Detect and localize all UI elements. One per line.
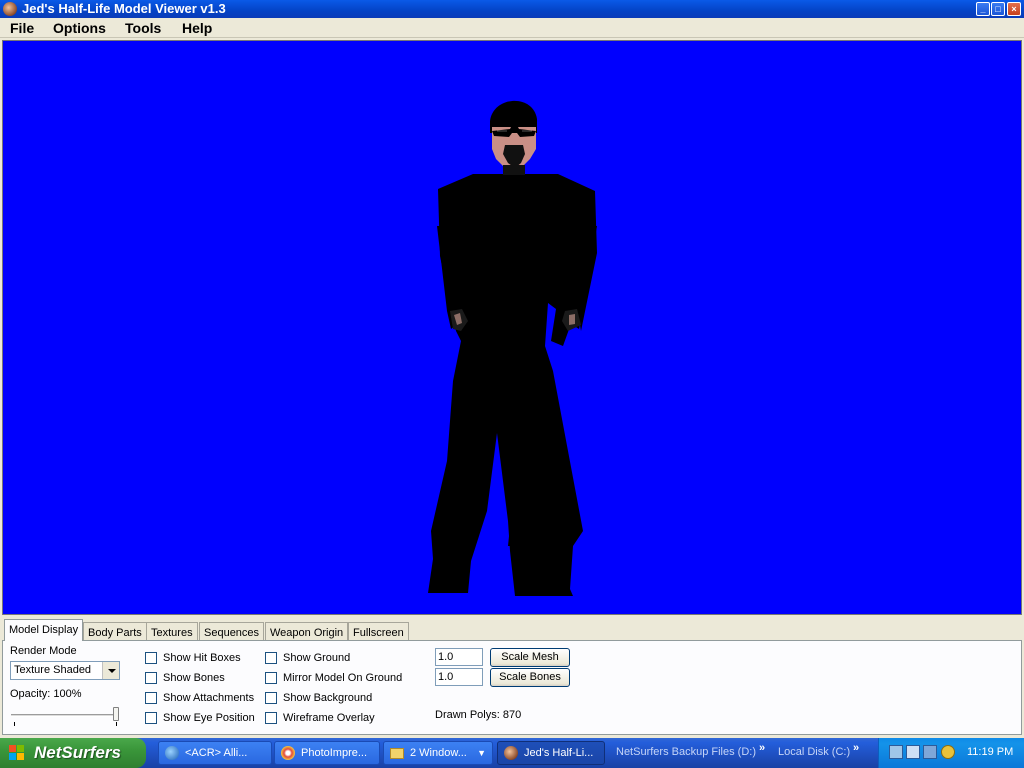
volume-icon[interactable] bbox=[941, 745, 955, 759]
checkbox-box[interactable] bbox=[265, 652, 277, 664]
scale-bones-input[interactable]: 1.0 bbox=[435, 668, 483, 686]
model-viewport[interactable] bbox=[2, 40, 1022, 615]
checkbox-label: Show Hit Boxes bbox=[163, 651, 241, 664]
maximize-button[interactable]: □ bbox=[991, 2, 1005, 16]
scale-mesh-input[interactable]: 1.0 bbox=[435, 648, 483, 666]
folder-icon bbox=[390, 748, 404, 759]
show-ground-checkbox[interactable]: Show Ground bbox=[265, 651, 350, 665]
checkbox-label: Show Bones bbox=[163, 671, 225, 684]
title-bar[interactable]: Jed's Half-Life Model Viewer v1.3 _ □ × bbox=[0, 0, 1024, 18]
taskbar-button-hlmv[interactable]: Jed's Half-Li... bbox=[497, 741, 605, 765]
start-button[interactable]: NetSurfers bbox=[0, 738, 146, 768]
quick-link-local-disk[interactable]: Local Disk (C:) bbox=[778, 746, 850, 759]
checkbox-label: Show Background bbox=[283, 691, 373, 704]
checkbox-box[interactable] bbox=[265, 712, 277, 724]
show-eye-position-checkbox[interactable]: Show Eye Position bbox=[145, 711, 255, 725]
mirror-model-on-ground-checkbox[interactable]: Mirror Model On Ground bbox=[265, 671, 402, 685]
model-figure bbox=[428, 100, 597, 596]
slider-track bbox=[11, 714, 119, 717]
taskbar-button-label: <ACR> Alli... bbox=[185, 747, 248, 759]
windows-logo-icon bbox=[9, 745, 25, 761]
checkbox-label: Show Ground bbox=[283, 651, 351, 664]
clock: 11:19 PM bbox=[967, 746, 1014, 758]
slider-tick-max bbox=[116, 722, 117, 726]
start-label: NetSurfers bbox=[34, 743, 121, 762]
show-bones-checkbox[interactable]: Show Bones bbox=[145, 671, 225, 685]
checkbox-label: Show Eye Position bbox=[163, 711, 255, 724]
hlmv-icon bbox=[504, 746, 518, 760]
scale-mesh-button[interactable]: Scale Mesh bbox=[490, 648, 570, 667]
render-mode-value: Texture Shaded bbox=[14, 664, 92, 676]
render-mode-select[interactable]: Texture Shaded bbox=[10, 661, 120, 680]
taskbar: NetSurfers <ACR> Alli... PhotoImpre... 2… bbox=[0, 738, 1024, 768]
menu-options[interactable]: Options bbox=[53, 20, 106, 36]
control-panel: Model Display Body Parts Textures Sequen… bbox=[0, 617, 1024, 737]
taskbar-button-acr[interactable]: <ACR> Alli... bbox=[158, 741, 272, 765]
chevron-right-icon[interactable]: » bbox=[853, 742, 859, 754]
taskbar-button-label: 2 Window... bbox=[410, 747, 467, 759]
wireframe-overlay-checkbox[interactable]: Wireframe Overlay bbox=[265, 711, 375, 725]
quick-link-netsurfers-backup[interactable]: NetSurfers Backup Files (D:) bbox=[616, 746, 756, 759]
close-button[interactable]: × bbox=[1007, 2, 1021, 16]
checkbox-label: Wireframe Overlay bbox=[283, 711, 375, 724]
opacity-label: Opacity: 100% bbox=[10, 688, 82, 700]
photoimpression-icon bbox=[281, 746, 295, 760]
network-activity-icon[interactable] bbox=[906, 745, 920, 759]
hlmv-app-icon[interactable] bbox=[3, 2, 17, 16]
tab-fullscreen[interactable]: Fullscreen bbox=[348, 622, 409, 641]
checkbox-box[interactable] bbox=[265, 672, 277, 684]
model-display-page: Render Mode Texture Shaded Opacity: 100%… bbox=[2, 640, 1022, 735]
menu-file[interactable]: File bbox=[10, 20, 34, 36]
show-background-checkbox[interactable]: Show Background bbox=[265, 691, 372, 705]
chevron-right-icon[interactable]: » bbox=[759, 742, 765, 754]
scale-bones-button[interactable]: Scale Bones bbox=[490, 668, 570, 687]
checkbox-label: Mirror Model On Ground bbox=[283, 671, 403, 684]
chevron-down-icon[interactable] bbox=[102, 662, 119, 679]
opacity-slider[interactable] bbox=[11, 707, 119, 727]
show-attachments-checkbox[interactable]: Show Attachments bbox=[145, 691, 254, 705]
checkbox-box[interactable] bbox=[145, 712, 157, 724]
network-icon[interactable] bbox=[889, 745, 903, 759]
window-title: Jed's Half-Life Model Viewer v1.3 bbox=[22, 1, 226, 16]
tab-textures[interactable]: Textures bbox=[146, 622, 198, 641]
tab-sequences[interactable]: Sequences bbox=[199, 622, 265, 641]
render-mode-label: Render Mode bbox=[10, 645, 77, 657]
slider-tick-min bbox=[14, 722, 15, 726]
checkbox-box[interactable] bbox=[145, 672, 157, 684]
taskbar-button-label: Jed's Half-Li... bbox=[524, 747, 594, 759]
checkbox-box[interactable] bbox=[145, 652, 157, 664]
display-icon[interactable] bbox=[923, 745, 937, 759]
tab-weapon-origin[interactable]: Weapon Origin bbox=[265, 622, 349, 641]
checkbox-label: Show Attachments bbox=[163, 691, 255, 704]
dropdown-arrow-icon: ▼ bbox=[477, 748, 486, 758]
taskbar-button-label: PhotoImpre... bbox=[301, 747, 368, 759]
taskbar-button-windows-group[interactable]: 2 Window... ▼ bbox=[383, 741, 493, 765]
checkbox-box[interactable] bbox=[145, 692, 157, 704]
menu-help[interactable]: Help bbox=[182, 20, 212, 36]
checkbox-box[interactable] bbox=[265, 692, 277, 704]
minimize-button[interactable]: _ bbox=[976, 2, 990, 16]
system-tray: 11:19 PM bbox=[878, 738, 1024, 768]
menu-bar: File Options Tools Help bbox=[0, 18, 1024, 38]
tab-model-display[interactable]: Model Display bbox=[4, 619, 84, 641]
app-window: Jed's Half-Life Model Viewer v1.3 _ □ × … bbox=[0, 0, 1024, 768]
tab-body-parts[interactable]: Body Parts bbox=[83, 622, 147, 641]
taskbar-button-photoimpression[interactable]: PhotoImpre... bbox=[274, 741, 380, 765]
slider-thumb[interactable] bbox=[113, 707, 119, 721]
drawn-polys-label: Drawn Polys: 870 bbox=[435, 709, 522, 721]
show-hit-boxes-checkbox[interactable]: Show Hit Boxes bbox=[145, 651, 241, 665]
menu-tools[interactable]: Tools bbox=[125, 20, 161, 36]
browser-icon bbox=[165, 746, 179, 760]
